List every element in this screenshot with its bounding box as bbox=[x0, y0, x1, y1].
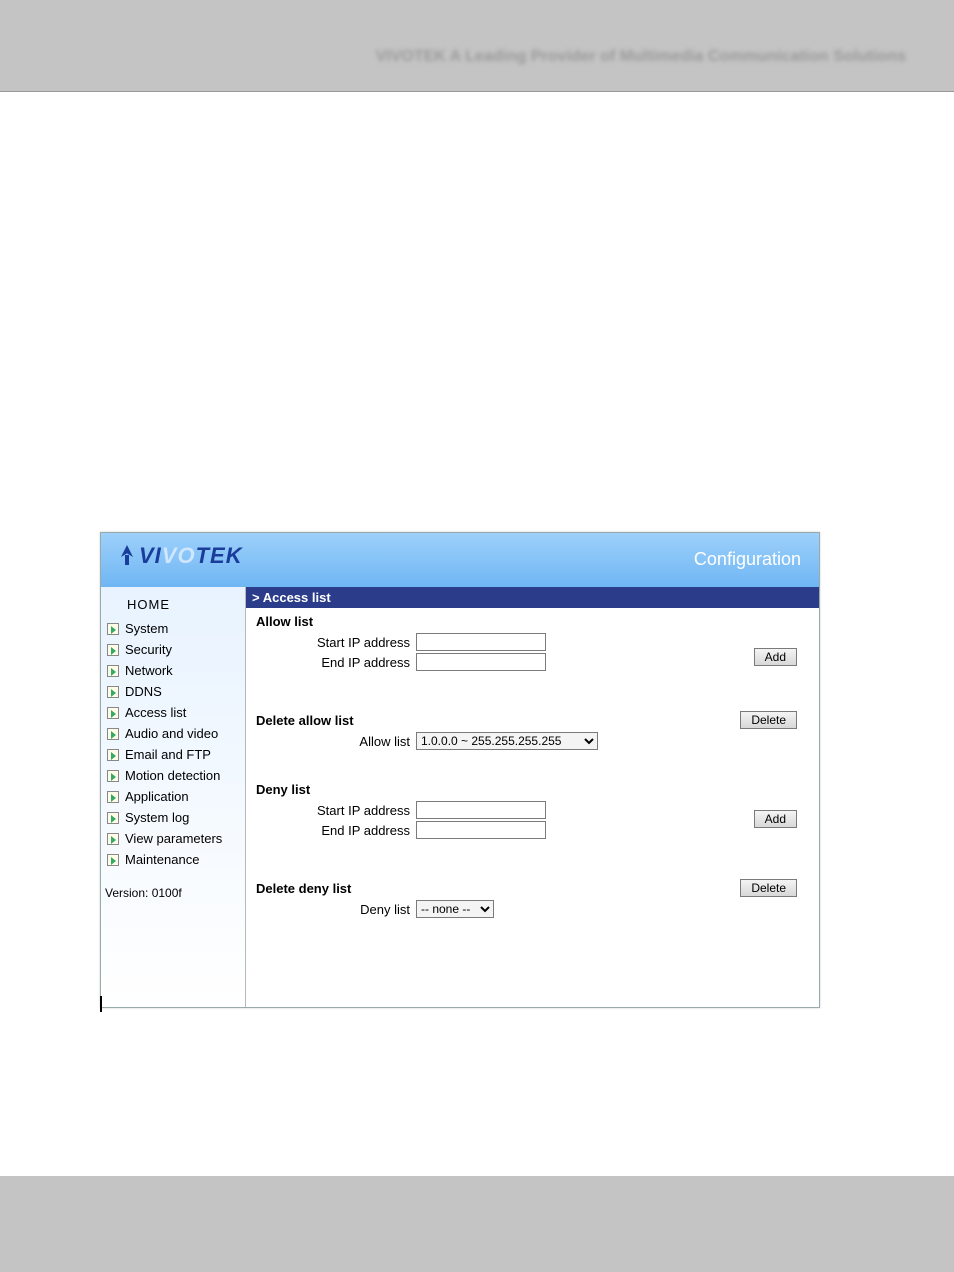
delete-allow-button[interactable]: Delete bbox=[740, 711, 797, 729]
sidebar-item-label: Security bbox=[125, 642, 172, 657]
sidebar-item-label: Network bbox=[125, 663, 173, 678]
arrow-icon bbox=[107, 623, 119, 635]
app-body: HOME System Security Network DDNS Access… bbox=[101, 587, 819, 1007]
deny-start-ip-input[interactable] bbox=[416, 801, 546, 819]
arrow-icon bbox=[107, 644, 119, 656]
sidebar-item-security[interactable]: Security bbox=[101, 639, 245, 660]
sidebar-item-label: DDNS bbox=[125, 684, 162, 699]
allow-end-ip-input[interactable] bbox=[416, 653, 546, 671]
arrow-icon bbox=[107, 707, 119, 719]
sidebar-item-application[interactable]: Application bbox=[101, 786, 245, 807]
sidebar-item-maintenance[interactable]: Maintenance bbox=[101, 849, 245, 870]
delete-deny-title: Delete deny list bbox=[256, 881, 809, 896]
arrow-icon bbox=[107, 665, 119, 677]
sidebar-item-system-log[interactable]: System log bbox=[101, 807, 245, 828]
allow-list-title: Allow list bbox=[256, 614, 809, 629]
allow-end-ip-label: End IP address bbox=[256, 655, 416, 670]
sidebar-item-view-parameters[interactable]: View parameters bbox=[101, 828, 245, 849]
delete-allow-section: Delete allow list Allow list 1.0.0.0 ~ 2… bbox=[246, 691, 819, 770]
arrow-icon bbox=[107, 812, 119, 824]
deny-list-title: Deny list bbox=[256, 782, 809, 797]
sidebar: HOME System Security Network DDNS Access… bbox=[101, 587, 246, 1007]
arrow-icon bbox=[107, 833, 119, 845]
doc-footer-banner bbox=[0, 1176, 954, 1272]
app-header: VIVOTEK Configuration bbox=[101, 533, 819, 587]
delete-allow-select[interactable]: 1.0.0.0 ~ 255.255.255.255 bbox=[416, 732, 598, 750]
sidebar-item-label: System bbox=[125, 621, 168, 636]
delete-allow-select-label: Allow list bbox=[256, 734, 416, 749]
arrow-icon bbox=[107, 770, 119, 782]
sidebar-item-label: Access list bbox=[125, 705, 186, 720]
breadcrumb: > Access list bbox=[246, 587, 819, 608]
allow-add-button[interactable]: Add bbox=[754, 648, 797, 666]
arrow-icon bbox=[107, 854, 119, 866]
doc-header-banner: VIVOTEK A Leading Provider of Multimedia… bbox=[0, 0, 954, 92]
deny-end-ip-label: End IP address bbox=[256, 823, 416, 838]
allow-start-ip-input[interactable] bbox=[416, 633, 546, 651]
sidebar-item-label: Maintenance bbox=[125, 852, 199, 867]
arrow-icon bbox=[107, 749, 119, 761]
content-area: > Access list Allow list Start IP addres… bbox=[246, 587, 819, 1007]
sidebar-home-link[interactable]: HOME bbox=[101, 587, 245, 618]
arrow-icon bbox=[107, 791, 119, 803]
sidebar-item-label: Motion detection bbox=[125, 768, 220, 783]
sidebar-item-label: Application bbox=[125, 789, 189, 804]
deny-end-ip-input[interactable] bbox=[416, 821, 546, 839]
delete-deny-button[interactable]: Delete bbox=[740, 879, 797, 897]
sidebar-item-audio-video[interactable]: Audio and video bbox=[101, 723, 245, 744]
sidebar-item-label: System log bbox=[125, 810, 189, 825]
delete-allow-title: Delete allow list bbox=[256, 713, 809, 728]
version-text: Version: 0100f bbox=[101, 870, 245, 900]
sidebar-item-label: View parameters bbox=[125, 831, 222, 846]
logo-part3: TEK bbox=[196, 543, 243, 568]
deny-start-ip-label: Start IP address bbox=[256, 803, 416, 818]
sidebar-item-ddns[interactable]: DDNS bbox=[101, 681, 245, 702]
allow-start-ip-label: Start IP address bbox=[256, 635, 416, 650]
sidebar-item-system[interactable]: System bbox=[101, 618, 245, 639]
sidebar-item-motion-detection[interactable]: Motion detection bbox=[101, 765, 245, 786]
vivotek-logo: VIVOTEK bbox=[119, 543, 243, 569]
sidebar-item-network[interactable]: Network bbox=[101, 660, 245, 681]
delete-deny-select-label: Deny list bbox=[256, 902, 416, 917]
sidebar-item-access-list[interactable]: Access list bbox=[101, 702, 245, 723]
logo-part2: VO bbox=[162, 543, 196, 568]
deny-add-button[interactable]: Add bbox=[754, 810, 797, 828]
deny-list-section: Deny list Start IP address End IP addres… bbox=[246, 770, 819, 859]
page-title: Configuration bbox=[694, 549, 801, 570]
sidebar-item-label: Audio and video bbox=[125, 726, 218, 741]
sidebar-item-label: Email and FTP bbox=[125, 747, 211, 762]
bird-icon bbox=[119, 545, 137, 567]
delete-deny-section: Delete deny list Deny list -- none -- De… bbox=[246, 859, 819, 938]
logo-part1: VI bbox=[139, 543, 162, 568]
arrow-icon bbox=[107, 686, 119, 698]
text-cursor bbox=[100, 996, 102, 1012]
delete-deny-select[interactable]: -- none -- bbox=[416, 900, 494, 918]
config-window: VIVOTEK Configuration HOME System Securi… bbox=[100, 532, 820, 1008]
allow-list-section: Allow list Start IP address End IP addre… bbox=[246, 608, 819, 691]
sidebar-item-email-ftp[interactable]: Email and FTP bbox=[101, 744, 245, 765]
doc-header-blurred-text: VIVOTEK A Leading Provider of Multimedia… bbox=[376, 48, 906, 66]
arrow-icon bbox=[107, 728, 119, 740]
